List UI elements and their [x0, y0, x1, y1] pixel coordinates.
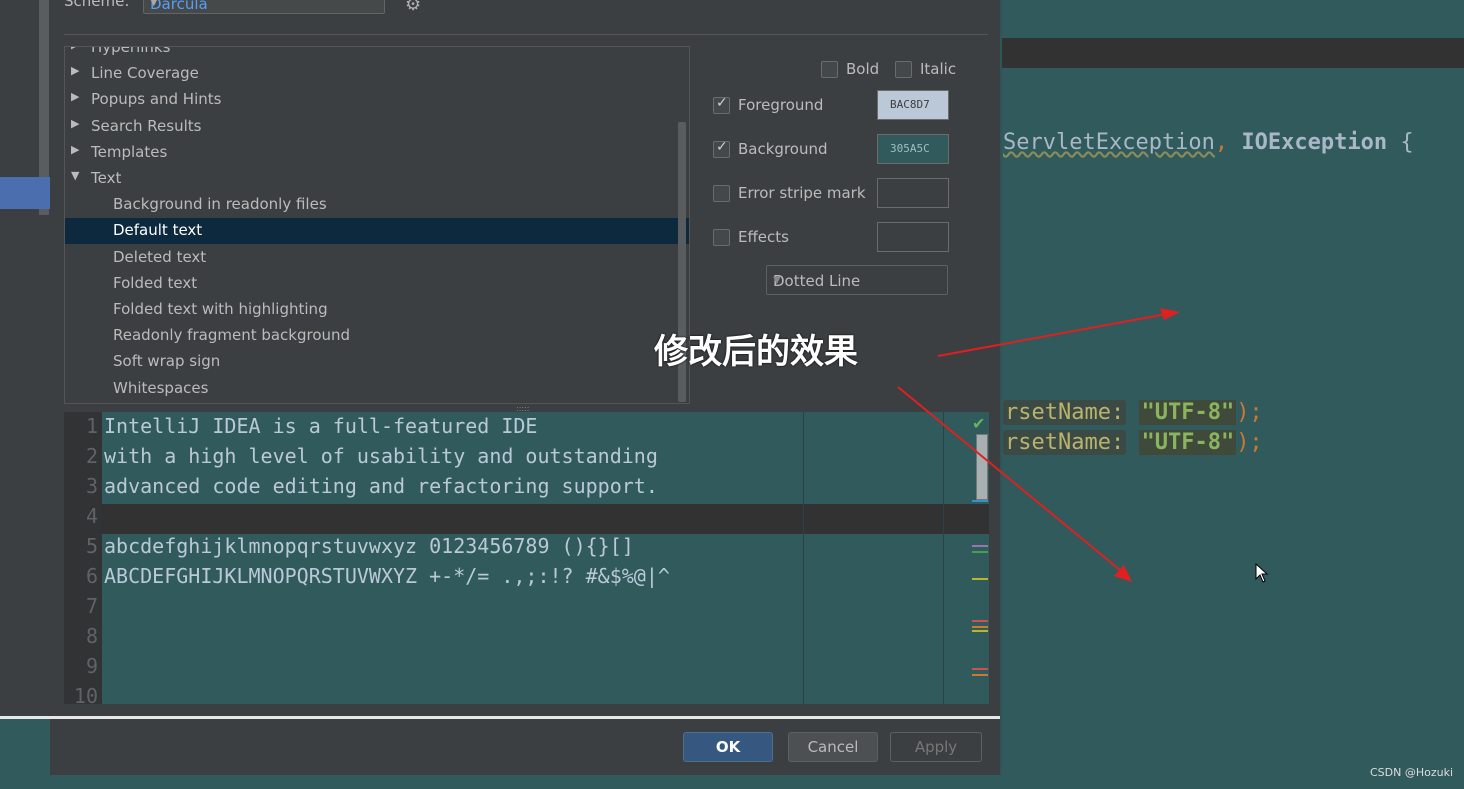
arrow-head: [1160, 308, 1180, 320]
arrow-line: [937, 312, 1173, 357]
annotation-arrows: [897, 308, 1180, 582]
watermark: CSDN @Hozuki: [1370, 766, 1454, 779]
annotation-text: 修改后的效果: [654, 332, 858, 372]
arrow-line: [897, 386, 1127, 576]
mouse-cursor-icon: [1255, 563, 1269, 583]
